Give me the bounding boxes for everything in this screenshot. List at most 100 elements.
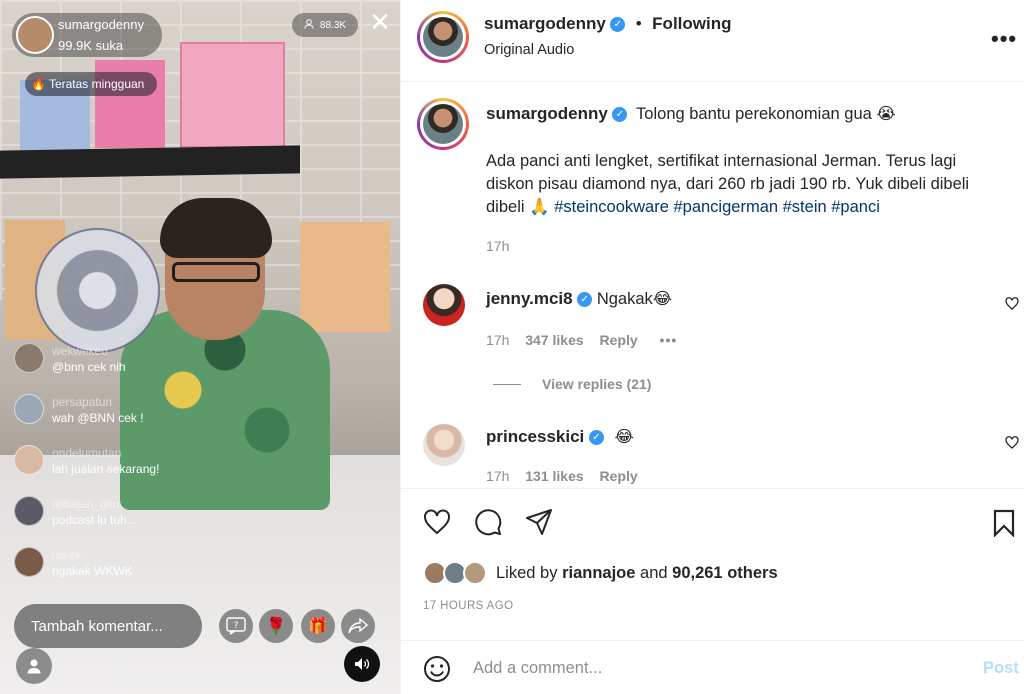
comment-text: podcast lu tuh...	[52, 513, 137, 527]
avatar[interactable]	[423, 284, 465, 326]
profile-icon[interactable]	[16, 648, 52, 684]
liked-by: Liked by riannajoe and 90,261 others	[496, 564, 778, 583]
caption-author[interactable]: sumargodenny	[486, 104, 608, 123]
liked-by-count[interactable]: 90,261 others	[672, 564, 777, 582]
list-item: ajibajah_gitupodcast lu tuh...	[14, 496, 234, 547]
host-likes: 99.9K suka	[58, 38, 124, 53]
avatar[interactable]	[14, 445, 44, 475]
avatar[interactable]	[14, 343, 44, 373]
gift-icon[interactable]: 🎁	[301, 609, 335, 643]
comment-icon[interactable]	[474, 508, 502, 541]
comment-options-icon[interactable]: •••	[660, 332, 678, 348]
share-icon[interactable]	[341, 609, 375, 643]
post-panel: sumargodenny ✓ • Following Original Audi…	[400, 0, 1024, 694]
comment-text: lah jualan sekarang!	[52, 462, 160, 476]
comment-text: ngakak WKWK	[52, 564, 133, 578]
verified-icon: ✓	[610, 17, 626, 33]
caption-hashtags[interactable]: #steincookware #pancigerman #stein #panc…	[554, 198, 880, 216]
comment-author[interactable]: jenny.mci8	[486, 289, 573, 308]
more-options-icon[interactable]: •••	[991, 26, 1017, 52]
list-item: wekwekeu @bnn cek nih	[14, 343, 234, 394]
rose-icon[interactable]: 🌹	[259, 609, 293, 643]
liked-by-and: and	[640, 564, 668, 582]
avatar[interactable]	[14, 547, 44, 577]
caption: Ada panci anti lengket, sertifikat inter…	[486, 150, 1006, 219]
shelf	[0, 145, 300, 179]
comment-text: wah @BNN cek !	[52, 411, 144, 425]
comment-time: 17h	[486, 332, 510, 348]
verified-icon: ✓	[577, 292, 593, 308]
list-item: ondelumutan lah jualan sekarang!	[14, 445, 234, 496]
liked-by-avatars[interactable]	[423, 561, 493, 587]
live-video[interactable]: sumargodenny 99.9K suka 88.3K ✕ 🔥 Terata…	[0, 0, 400, 694]
live-comment-input[interactable]: Tambah komentar...	[14, 604, 202, 648]
add-comment-input[interactable]: Add a comment...	[473, 659, 602, 678]
follow-button[interactable]: Following	[652, 14, 731, 33]
comment-row: princesskici ✓ 😂	[486, 427, 634, 447]
author-avatar[interactable]	[417, 11, 469, 63]
live-comments: wekwekeu @bnn cek nih persapatun wah @BNN …	[14, 343, 234, 598]
add-comment-bar: Add a comment... Post	[401, 640, 1024, 694]
caption-intro: Tolong bantu perekonomian gua 😭	[636, 105, 896, 123]
avatar[interactable]	[463, 561, 487, 585]
comment-user: ajibajah_gitu	[52, 497, 120, 511]
liked-by-user[interactable]: riannajoe	[562, 564, 635, 582]
emoji-icon[interactable]	[423, 655, 451, 688]
list-item: rakek ngakak WKWK	[14, 547, 234, 598]
like-comment-icon[interactable]	[1005, 436, 1019, 450]
comment-time: 17h	[486, 468, 510, 484]
product-box	[300, 222, 390, 332]
comment-text: Ngakak😂	[596, 290, 673, 308]
caption-time: 17h	[486, 238, 510, 254]
viewer-count-value: 88.3K	[319, 19, 347, 31]
host-hair	[160, 198, 272, 258]
avatar[interactable]	[14, 394, 44, 424]
comment-author[interactable]: princesskici	[486, 427, 584, 446]
like-comment-icon[interactable]	[1005, 297, 1019, 311]
reply-button[interactable]: Reply	[600, 468, 638, 484]
post-button[interactable]: Post	[983, 659, 1019, 678]
trending-badge[interactable]: 🔥 Teratas mingguan	[25, 72, 157, 96]
liked-by-prefix: Liked by	[496, 564, 558, 582]
host-avatar[interactable]	[16, 16, 54, 54]
close-icon[interactable]: ✕	[368, 9, 392, 35]
svg-text:?: ?	[234, 621, 239, 631]
verified-icon: ✓	[612, 107, 628, 123]
comment-text: @bnn cek nih	[52, 360, 126, 374]
audio-label[interactable]: Original Audio	[484, 42, 574, 58]
save-icon[interactable]	[992, 509, 1016, 542]
view-replies-button[interactable]: View replies (21)	[542, 376, 651, 392]
comment-user: persapatun	[52, 395, 113, 409]
question-icon[interactable]: ?	[219, 609, 253, 643]
post-header: sumargodenny ✓ • Following Original Audi…	[401, 0, 1024, 82]
comment-likes[interactable]: 131 likes	[525, 468, 583, 484]
author-name[interactable]: sumargodenny	[484, 14, 606, 33]
fire-icon: 🔥	[31, 77, 46, 91]
comment-meta: 17h 347 likes Reply •••	[486, 332, 677, 348]
comment-text: 😂	[614, 428, 634, 446]
replies-divider	[493, 384, 521, 385]
host-name[interactable]: sumargodenny	[58, 17, 144, 32]
trending-label: Teratas mingguan	[48, 77, 145, 91]
volume-icon[interactable]	[344, 646, 380, 682]
comment-likes[interactable]: 347 likes	[525, 332, 583, 348]
caption-avatar[interactable]	[417, 98, 469, 150]
verified-icon: ✓	[588, 430, 604, 446]
host-glasses	[172, 262, 260, 282]
share-icon[interactable]	[525, 508, 553, 541]
comment-user: wekwekeu	[52, 344, 109, 358]
comment-user: rakek	[52, 548, 82, 562]
post-timestamp: 17 HOURS AGO	[423, 600, 514, 612]
post-actions	[401, 488, 1024, 638]
list-item: persapatun wah @BNN cek !	[14, 394, 234, 445]
frying-pan	[35, 228, 160, 353]
reply-button[interactable]: Reply	[600, 332, 638, 348]
comment-meta: 17h 131 likes Reply	[486, 468, 638, 487]
heart-icon[interactable]	[423, 509, 451, 540]
person-icon	[304, 18, 314, 32]
avatar[interactable]	[14, 496, 44, 526]
avatar[interactable]	[423, 424, 465, 466]
viewer-count[interactable]: 88.3K	[292, 13, 358, 37]
product-box	[180, 42, 285, 148]
separator-dot: •	[635, 14, 642, 33]
